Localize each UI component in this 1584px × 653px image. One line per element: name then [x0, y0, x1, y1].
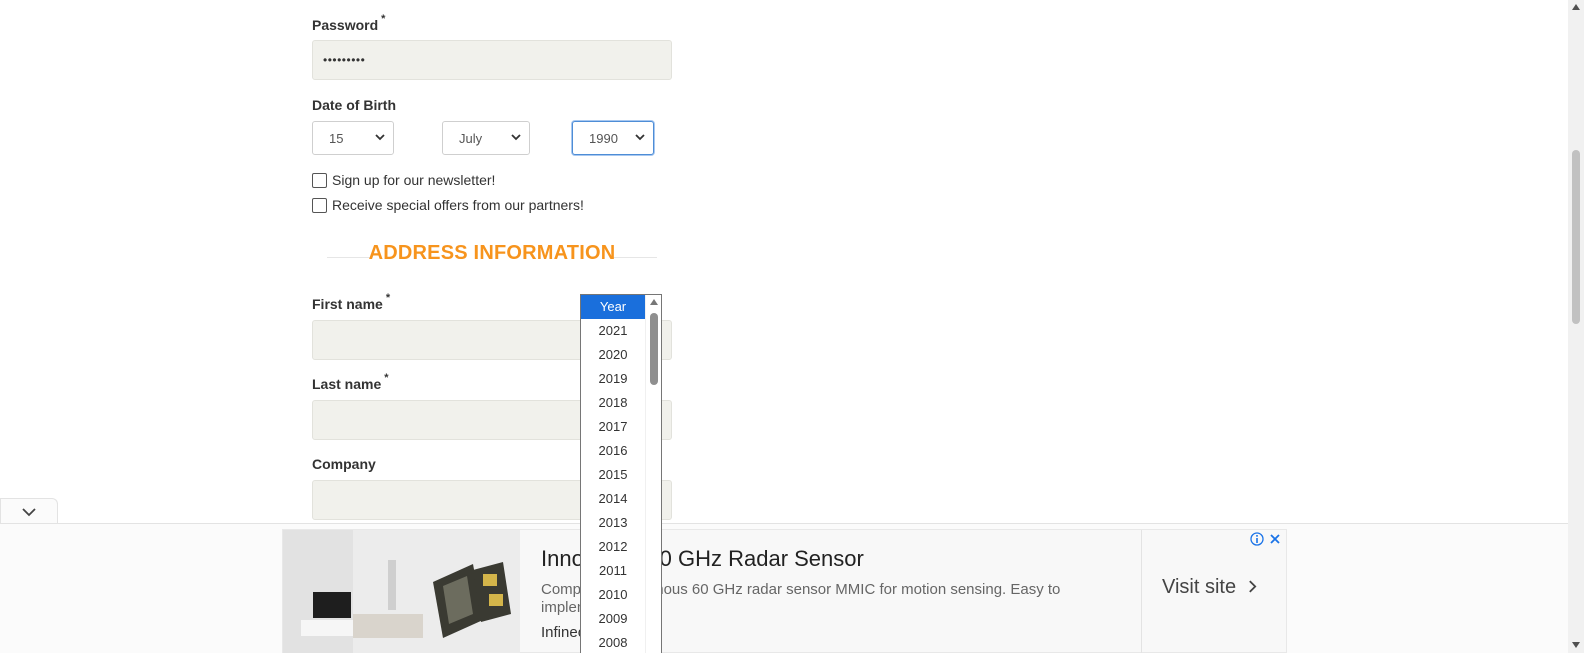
year-option[interactable]: 2017	[581, 415, 645, 439]
year-option[interactable]: 2014	[581, 487, 645, 511]
chevron-right-icon	[1248, 580, 1257, 593]
ad-image[interactable]	[283, 530, 520, 653]
ad-collapse-toggle[interactable]	[0, 498, 58, 524]
first-name-label: First name *	[312, 292, 391, 312]
page-scrollbar[interactable]	[1568, 0, 1584, 653]
year-option[interactable]: 2021	[581, 319, 645, 343]
info-icon[interactable]	[1250, 532, 1264, 546]
dob-label: Date of Birth	[312, 97, 396, 113]
ad-banner[interactable]: Innovative 60 GHz Radar Sensor Compact a…	[282, 529, 1287, 653]
year-option[interactable]: Year	[581, 295, 645, 319]
year-option[interactable]: 2011	[581, 559, 645, 583]
password-label: Password *	[312, 13, 386, 33]
dropdown-scroll-thumb[interactable]	[650, 313, 658, 385]
year-option[interactable]: 2013	[581, 511, 645, 535]
chevron-down-icon	[635, 134, 645, 141]
year-option[interactable]: 2020	[581, 343, 645, 367]
offers-label[interactable]: Receive special offers from our partners…	[332, 197, 584, 213]
newsletter-checkbox[interactable]	[312, 173, 327, 188]
dob-day-select[interactable]: 15	[312, 121, 394, 155]
year-option[interactable]: 2012	[581, 535, 645, 559]
page: Password * ••••••••• Date of Birth 15 Jul…	[0, 0, 1568, 653]
year-option[interactable]: 2010	[581, 583, 645, 607]
close-icon[interactable]	[1268, 532, 1282, 546]
section-title: ADDRESS INFORMATION	[368, 242, 616, 264]
ad-product-illustration	[283, 530, 520, 653]
dob-month-select[interactable]: July	[442, 121, 530, 155]
chevron-down-icon	[511, 134, 521, 141]
scroll-up-arrow-icon[interactable]	[1572, 4, 1580, 10]
scroll-down-arrow-icon[interactable]	[1572, 642, 1580, 648]
year-option[interactable]: 2019	[581, 367, 645, 391]
scroll-up-arrow-icon[interactable]	[649, 298, 659, 306]
dob-year-value: 1990	[589, 131, 618, 146]
page-scroll-thumb[interactable]	[1572, 150, 1580, 324]
visit-site-label: Visit site	[1162, 576, 1237, 598]
visit-site-button[interactable]: Visit site	[1162, 576, 1257, 599]
dropdown-scrollbar[interactable]	[645, 295, 661, 653]
company-label: Company	[312, 456, 376, 472]
chevron-down-icon	[375, 134, 385, 141]
ad-cta-area: Visit site	[1141, 530, 1288, 653]
chevron-down-icon	[22, 508, 36, 517]
offers-row: Receive special offers from our partners…	[312, 197, 672, 215]
password-value: •••••••••	[323, 53, 366, 67]
year-option[interactable]: 2018	[581, 391, 645, 415]
dob-month-value: July	[459, 131, 483, 146]
year-option[interactable]: 2015	[581, 463, 645, 487]
newsletter-row: Sign up for our newsletter!	[312, 172, 672, 190]
offers-checkbox[interactable]	[312, 198, 327, 213]
password-input[interactable]: •••••••••	[312, 40, 672, 80]
address-section-header: ADDRESS INFORMATION	[312, 242, 672, 272]
year-option[interactable]: 2016	[581, 439, 645, 463]
dob-day-value: 15	[329, 131, 344, 146]
year-option[interactable]: 2009	[581, 607, 645, 631]
dob-year-select[interactable]: 1990	[572, 121, 654, 155]
newsletter-label[interactable]: Sign up for our newsletter!	[332, 172, 495, 188]
year-option[interactable]: 2008	[581, 631, 645, 653]
last-name-label: Last name *	[312, 372, 389, 392]
year-dropdown-list[interactable]: Year 2021 2020 2019 2018 2017 2016 2015 …	[580, 294, 662, 653]
